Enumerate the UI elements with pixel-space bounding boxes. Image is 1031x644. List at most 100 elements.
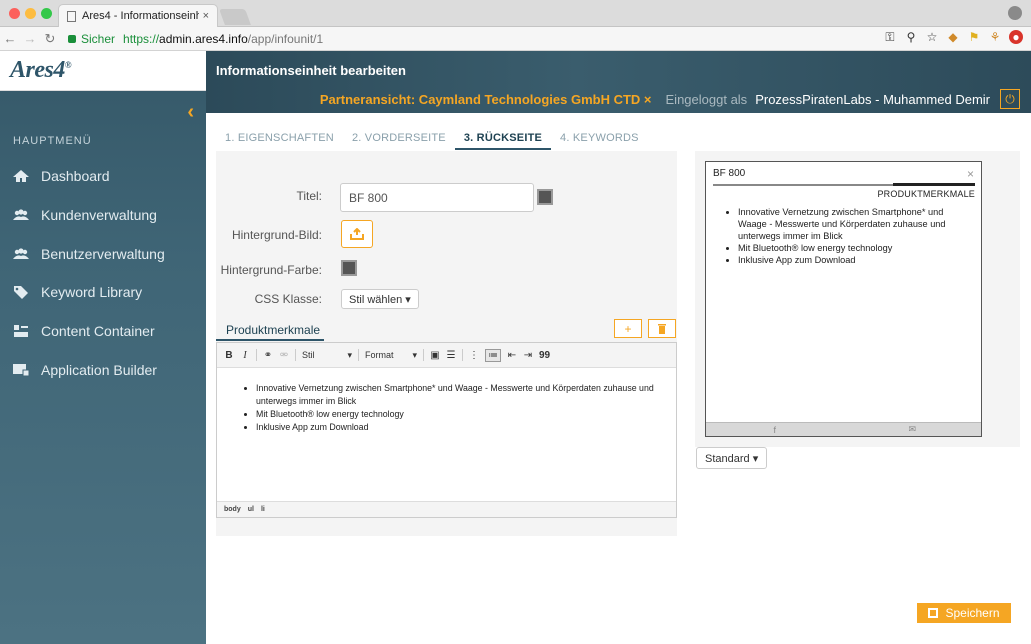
home-icon: [13, 170, 29, 183]
save-label: Speichern: [945, 606, 1000, 620]
upload-image-button[interactable]: [341, 220, 373, 248]
extension-icons: ⚿ ⚲ ☆ ◆ ⚑ ⚘ ●: [883, 30, 1023, 44]
wizard-tabs: 1. EIGENSCHAFTEN 2. VORDERSEITE 3. RÜCKS…: [216, 128, 648, 150]
preview-list: Innovative Vernetzung zwischen Smartphon…: [726, 206, 974, 266]
editor-content[interactable]: Innovative Vernetzung zwischen Smartphon…: [217, 368, 676, 434]
delete-section-button[interactable]: [648, 319, 676, 338]
path-body[interactable]: body: [224, 506, 241, 513]
horizontal-line-icon[interactable]: ☰: [446, 350, 456, 361]
preview-divider-accent: [893, 183, 975, 186]
url-path: /app/infounit/1: [247, 31, 324, 46]
new-tab-button[interactable]: [219, 9, 251, 25]
indent-icon[interactable]: ⇥: [523, 350, 533, 361]
bold-button[interactable]: B: [224, 350, 234, 361]
builder-icon: [13, 363, 30, 377]
title-input[interactable]: BF 800: [340, 183, 534, 212]
extension-icon[interactable]: ◆: [946, 30, 960, 44]
css-class-dropdown[interactable]: Stil wählen ▾: [341, 289, 419, 309]
window-minimize-dot[interactable]: [25, 8, 36, 19]
menu-title: HAUPTMENÜ: [13, 135, 92, 147]
preview-footer: f ✉: [706, 422, 981, 436]
style-select[interactable]: Stil ▾: [302, 350, 352, 361]
list-item: Innovative Vernetzung zwischen Smartphon…: [256, 382, 656, 408]
bg-image-label: Hintergrund-Bild:: [231, 228, 322, 242]
path-li[interactable]: li: [261, 506, 265, 513]
username: ProzessPiratenLabs - Muhammed Demir: [755, 91, 990, 107]
extension-icon[interactable]: ⚘: [988, 30, 1002, 44]
sidebar-item-application-builder[interactable]: Application Builder: [0, 350, 206, 389]
sidebar-item-label: Application Builder: [41, 361, 157, 378]
toolbar-divider: [423, 349, 424, 361]
preview-card: BF 800 × PRODUKTMERKMALE Innovative Vern…: [705, 161, 982, 437]
key-icon[interactable]: ⚿: [883, 30, 897, 44]
italic-button[interactable]: I: [240, 350, 250, 361]
upload-icon: [350, 228, 364, 240]
tab-close-icon[interactable]: ×: [203, 10, 209, 22]
title-color-swatch[interactable]: [537, 189, 553, 205]
sidebar-item-label: Dashboard: [41, 168, 110, 185]
profile-icon[interactable]: [1008, 6, 1022, 20]
bulleted-list-icon[interactable]: ≔: [485, 348, 501, 362]
bg-color-swatch[interactable]: [341, 260, 357, 276]
window-maximize-dot[interactable]: [41, 8, 52, 19]
container-icon: [14, 325, 28, 338]
sidebar-item-kundenverwaltung[interactable]: Kundenverwaltung: [0, 196, 206, 235]
logout-power-icon[interactable]: ⏻: [1000, 89, 1020, 109]
sidebar-item-keyword-library[interactable]: Keyword Library: [0, 273, 206, 312]
back-icon[interactable]: ←: [0, 31, 20, 46]
logged-in-label: Eingeloggt als: [665, 91, 748, 107]
zoom-icon[interactable]: ⚲: [904, 30, 918, 44]
bookmark-star-icon[interactable]: ☆: [925, 30, 939, 44]
page-title: Informationseinheit bearbeiten: [216, 63, 406, 78]
preview-close-icon[interactable]: ×: [967, 167, 974, 181]
add-section-button[interactable]: +: [614, 319, 642, 338]
adblock-icon[interactable]: ●: [1009, 30, 1023, 44]
browser-tab-bar: Ares4 - Informationseinheit be ×: [0, 0, 1031, 27]
sidebar-item-dashboard[interactable]: Dashboard: [0, 157, 206, 196]
mail-icon[interactable]: ✉: [844, 423, 982, 436]
preview-section-heading: PRODUKTMERKMALE: [877, 189, 975, 199]
template-dropdown[interactable]: Standard ▾: [696, 447, 768, 469]
url-field[interactable]: Sicher https:// admin.ares4.info /app/in…: [68, 32, 323, 46]
bg-image-row: Hintergrund-Bild:: [216, 228, 322, 242]
save-button[interactable]: Speichern: [917, 603, 1011, 623]
flag-extension-icon[interactable]: ⚑: [967, 30, 981, 44]
title-label: Titel:: [296, 189, 322, 203]
collapse-sidebar-icon[interactable]: ‹: [187, 101, 194, 124]
tab-vorderseite[interactable]: 2. VORDERSEITE: [343, 128, 455, 150]
css-class-label: CSS Klasse:: [254, 292, 322, 306]
preview-panel: BF 800 × PRODUKTMERKMALE Innovative Vern…: [695, 151, 1020, 447]
image-icon[interactable]: ▣: [430, 350, 440, 361]
numbered-list-icon[interactable]: ⋮: [469, 350, 479, 361]
logo-area[interactable]: Ares4®: [0, 51, 206, 91]
link-icon[interactable]: ⚭: [263, 350, 273, 361]
tab-produktmerkmale[interactable]: Produktmerkmale: [216, 320, 324, 341]
window-close-dot[interactable]: [9, 8, 20, 19]
browser-tab[interactable]: Ares4 - Informationseinheit be ×: [58, 4, 218, 27]
forward-icon[interactable]: →: [20, 31, 40, 46]
secure-label: Sicher: [81, 31, 116, 46]
bg-color-row: Hintergrund-Farbe:: [216, 263, 322, 277]
tab-keywords[interactable]: 4. KEYWORDS: [551, 128, 648, 150]
title-row: Titel:: [216, 189, 322, 203]
reload-icon[interactable]: ↻: [40, 31, 60, 47]
blockquote-icon[interactable]: 99: [539, 350, 550, 361]
logo: Ares4®: [10, 57, 72, 83]
tab-title: Ares4 - Informationseinheit be: [82, 10, 199, 22]
sidebar-item-content-container[interactable]: Content Container: [0, 312, 206, 351]
path-ul[interactable]: ul: [248, 506, 254, 513]
preview-title: BF 800: [713, 168, 746, 179]
list-item: Inklusive App zum Download: [738, 254, 974, 266]
floppy-disk-icon: [928, 608, 939, 618]
unlink-icon[interactable]: ⚮: [279, 350, 289, 361]
outdent-icon[interactable]: ⇤: [507, 350, 517, 361]
main-menu: Dashboard Kundenverwaltung Benutzerverwa…: [0, 157, 206, 389]
tab-rueckseite[interactable]: 3. RÜCKSEITE: [454, 128, 552, 150]
partner-view-link[interactable]: Partneransicht: Caymland Technologies Gm…: [320, 92, 652, 107]
tag-icon: [14, 286, 28, 300]
format-select[interactable]: Format ▾: [365, 350, 417, 361]
tab-eigenschaften[interactable]: 1. EIGENSCHAFTEN: [216, 128, 343, 150]
sidebar-item-benutzerverwaltung[interactable]: Benutzerverwaltung: [0, 234, 206, 273]
facebook-icon[interactable]: f: [706, 423, 844, 436]
header-user-area: Partneransicht: Caymland Technologies Gm…: [320, 89, 1020, 109]
